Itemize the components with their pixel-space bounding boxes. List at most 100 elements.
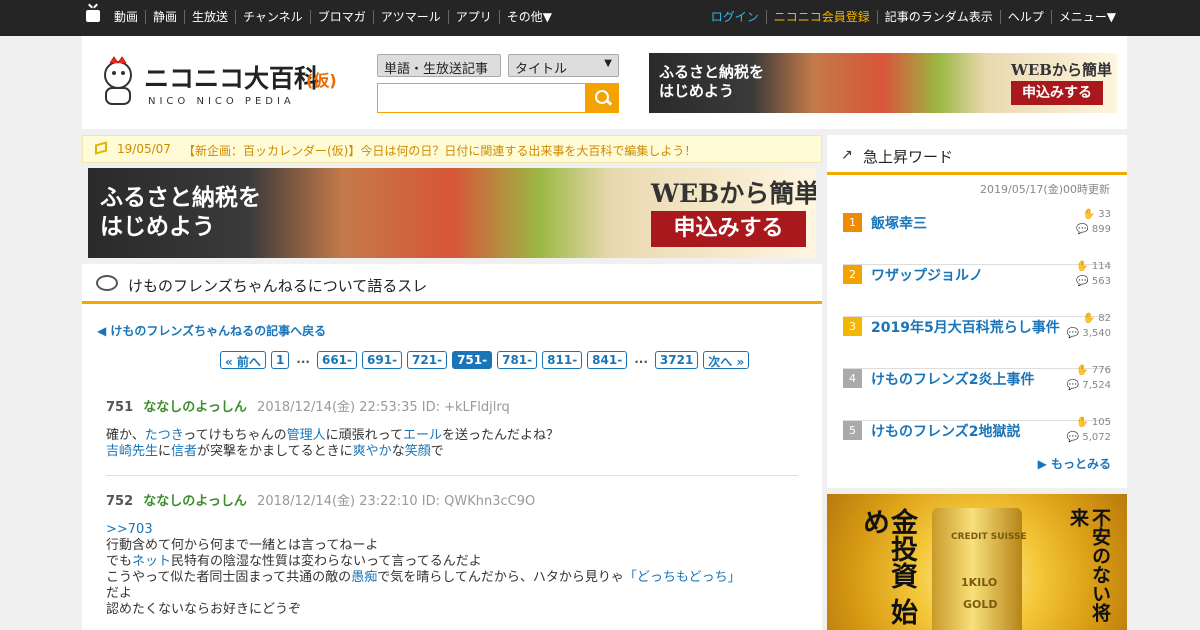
side-ad-tagline: 不安のない将来	[1067, 508, 1111, 622]
keyword-link[interactable]: ネット	[132, 554, 171, 569]
ad-headline: ふるさと納税を はじめよう	[659, 63, 765, 100]
post-author: ななしのよっしん	[143, 400, 247, 415]
reply-anchor-link[interactable]: >>703	[106, 522, 153, 537]
nicopedia-logo[interactable]: ニコニコ大百科 (仮) NICO NICO PEDIA	[100, 55, 345, 110]
logo-title: ニコニコ大百科	[144, 64, 319, 93]
help-link[interactable]: ヘルプ	[999, 10, 1051, 24]
post-meta: 2018/12/14(金) 22:53:35 ID: +kLFldjlrq	[257, 400, 510, 415]
random-article-link[interactable]: 記事のランダム表示	[876, 10, 1000, 24]
pager-page[interactable]: 661-	[316, 351, 358, 369]
post-body: 確か、たつきってけもちゃんの管理人に頑張れってエールを送ったんだよね？ 吉崎先生…	[106, 428, 559, 459]
hand-icon-count: ✋ 105	[1076, 417, 1111, 428]
nav-app[interactable]: アプリ	[447, 10, 499, 24]
niconico-tv-icon[interactable]	[86, 10, 100, 22]
leaderboard-ad-banner[interactable]: ふるさと納税を はじめよう WEBから簡単 申込みする	[88, 168, 816, 258]
keyword-link[interactable]: たつき	[145, 428, 183, 443]
nav-video[interactable]: 動画	[107, 10, 145, 24]
hand-icon-count: ✋ 114	[1076, 261, 1111, 272]
keyword-link[interactable]: 吉崎先生	[106, 444, 158, 459]
search-button[interactable]	[586, 83, 619, 113]
notice-bar[interactable]: 19/05/07 【新企画：百ッカレンダー(仮)】今日は何の日？日付に関連する出…	[82, 135, 822, 163]
keyword-link[interactable]: 愚痴	[351, 570, 377, 585]
post-number[interactable]: 751	[106, 400, 133, 415]
pager-prev[interactable]: « 前へ	[220, 351, 266, 369]
pager-page[interactable]: 1	[270, 351, 290, 369]
login-link[interactable]: ログイン	[704, 10, 766, 24]
search-field-value: タイトル	[515, 62, 568, 77]
keyword-link[interactable]: 「どっちもどっち」	[624, 570, 741, 585]
ad-apply-button-large: 申込みする	[651, 211, 806, 247]
comment-icon-count: 💬 5,072	[1066, 432, 1111, 443]
rank-badge: 3	[843, 317, 862, 336]
register-link[interactable]: ニコニコ会員登録	[765, 10, 877, 24]
trending-word[interactable]: 飯塚幸三	[871, 213, 927, 233]
chat-bubble-icon	[96, 275, 118, 291]
gold-bar-brand: CREDIT SUISSE	[951, 532, 1027, 542]
rank-badge: 5	[843, 421, 862, 440]
keyword-link[interactable]: 信者	[171, 444, 197, 459]
pager-last-page[interactable]: 3721	[654, 351, 699, 369]
menu-dropdown[interactable]: メニュー▼	[1050, 10, 1123, 24]
logo-suffix: (仮)	[306, 71, 337, 90]
keyword-link[interactable]: 爽やか	[353, 444, 392, 459]
mascot-body	[105, 87, 131, 105]
more-trending-link[interactable]: ▶ もっとみる	[1038, 455, 1111, 472]
search-field-select[interactable]: タイトル ▼	[508, 54, 619, 77]
nav-atsumaru[interactable]: アツマール	[372, 10, 448, 24]
service-nav: 動画 静画 生放送 チャンネル ブロマガ アツマール アプリ その他▼	[107, 10, 559, 24]
pager-page[interactable]: 841-	[587, 351, 628, 369]
nav-channel[interactable]: チャンネル	[235, 10, 310, 24]
search-input[interactable]	[377, 83, 586, 113]
keyword-link[interactable]: エール	[403, 428, 442, 443]
pager-current-page[interactable]: 751-	[452, 351, 493, 369]
top-navigation-bar: 動画 静画 生放送 チャンネル ブロマガ アツマール アプリ その他▼ ログイン…	[0, 0, 1200, 36]
trending-word[interactable]: けものフレンズ2地獄説	[871, 421, 1020, 441]
hand-icon-count: ✋ 82	[1082, 313, 1111, 324]
trending-panel: ↗ 急上昇ワード 2019/05/17(金)00時更新 1 飯塚幸三 ✋ 33 …	[827, 135, 1127, 488]
keyword-link[interactable]: 笑顔	[405, 444, 431, 459]
post-number[interactable]: 752	[106, 494, 133, 509]
nav-seiga[interactable]: 静画	[145, 10, 184, 24]
trending-item[interactable]: 4 けものフレンズ2炎上事件 ✋ 776 💬 7,524	[843, 365, 1111, 421]
pager-ellipsis: ...	[296, 352, 310, 366]
trending-item[interactable]: 3 2019年5月大百科荒らし事件 ✋ 82 💬 3,540	[843, 313, 1111, 369]
post-author: ななしのよっしん	[143, 494, 247, 509]
triangle-left-icon: ◀	[97, 324, 107, 338]
nav-blomaga[interactable]: ブロマガ	[309, 10, 373, 24]
chevron-down-icon: ▼	[604, 58, 612, 69]
mascot-head	[104, 61, 132, 89]
nav-other-menu[interactable]: その他▼	[498, 10, 559, 24]
trending-header: ↗ 急上昇ワード	[827, 135, 1127, 175]
keyword-link[interactable]: 管理人	[287, 428, 326, 443]
pager-next[interactable]: 次へ »	[703, 351, 750, 369]
nav-live[interactable]: 生放送	[184, 10, 235, 24]
pager-page[interactable]: 691-	[362, 351, 403, 369]
gold-bar-label: GOLD	[963, 598, 998, 611]
trending-item[interactable]: 2 ワザップジョルノ ✋ 114 💬 563	[843, 261, 1111, 317]
side-ad-banner[interactable]: CREDIT SUISSE 1KILO GOLD 金投資 始め 不安のない将来	[827, 494, 1127, 630]
back-to-article-link[interactable]: ◀ けものフレンズちゃんねるの記事へ戻る	[97, 322, 326, 339]
notice-message[interactable]: 【新企画：百ッカレンダー(仮)】今日は何の日？日付に関連する出来事を大百科で編集…	[183, 142, 696, 159]
rank-badge: 2	[843, 265, 862, 284]
notice-date: 19/05/07	[117, 142, 171, 156]
pager-ellipsis: ...	[634, 352, 648, 366]
trending-word[interactable]: けものフレンズ2炎上事件	[871, 369, 1034, 389]
trending-item[interactable]: 1 飯塚幸三 ✋ 33 💬 899	[843, 209, 1111, 265]
trending-word[interactable]: ワザップジョルノ	[871, 265, 983, 285]
mascot-eye	[112, 71, 116, 75]
search-type-value: 単語・生放送記事	[384, 62, 489, 77]
pager-page[interactable]: 721-	[407, 351, 448, 369]
trending-word[interactable]: 2019年5月大百科荒らし事件	[871, 317, 1060, 337]
comment-icon-count: 💬 899	[1076, 224, 1111, 235]
hand-icon-count: ✋ 776	[1076, 365, 1111, 376]
trending-updated: 2019/05/17(金)00時更新	[980, 183, 1110, 196]
header-ad-banner[interactable]: ふるさと納税を はじめよう WEBから簡単 申込みする	[649, 53, 1117, 113]
search-type-select[interactable]: 単語・生放送記事	[377, 54, 501, 77]
pager-page[interactable]: 781-	[497, 351, 538, 369]
thread-title: けものフレンズちゃんねるについて語るスレ	[128, 277, 428, 295]
post-divider	[106, 475, 798, 476]
pager-page[interactable]: 811-	[542, 351, 583, 369]
triangle-right-icon: ▶	[1037, 457, 1047, 471]
ad-subline-large: WEBから簡単	[651, 179, 816, 208]
megaphone-icon	[95, 141, 107, 155]
